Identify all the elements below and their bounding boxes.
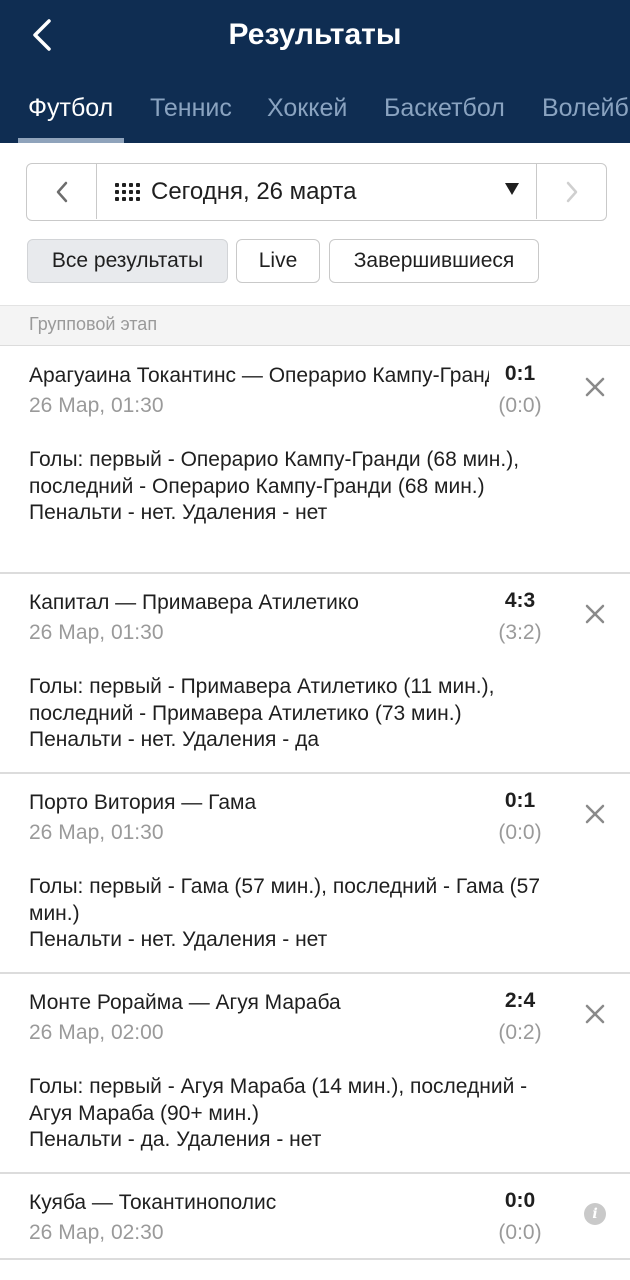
close-icon	[585, 604, 605, 624]
section-header: Групповой этап	[0, 305, 630, 346]
halftime-score: (0:0)	[498, 394, 542, 417]
halftime-score: (0:0)	[498, 821, 542, 844]
date-label: Сегодня, 26 марта	[151, 177, 357, 205]
match-card[interactable]: Арагуаина Токантинс — Операрио Кампу-Гра…	[0, 346, 630, 574]
match-datetime: 26 Мар, 01:30	[29, 821, 164, 844]
penalties-info: Пенальти - нет. Удаления - да	[29, 728, 320, 751]
match-teams: Порто Витория — Гама	[29, 791, 257, 814]
match-details: Голы: первый - Агуя Мараба (14 мин.), по…	[29, 1074, 549, 1154]
penalties-info: Пенальти - нет. Удаления - нет	[29, 928, 328, 951]
penalties-info: Пенальти - да. Удаления - нет	[29, 1128, 322, 1151]
match-details: Голы: первый - Примавера Атилетико (11 м…	[29, 674, 549, 754]
tab-hockey[interactable]: Хоккей	[267, 93, 347, 123]
halftime-score: (0:0)	[498, 1221, 542, 1244]
match-datetime: 26 Мар, 02:30	[29, 1221, 164, 1244]
section-title: Групповой этап	[29, 314, 158, 334]
match-datetime: 26 Мар, 01:30	[29, 394, 164, 417]
filter-all-results[interactable]: Все результаты	[27, 239, 228, 283]
next-day-button[interactable]	[536, 164, 606, 219]
halftime-score: (3:2)	[498, 621, 542, 644]
match-score: 0:1	[504, 789, 536, 812]
close-icon	[585, 804, 605, 824]
tab-volleyball[interactable]: Волейб	[542, 93, 629, 123]
caret-down-icon[interactable]	[505, 183, 519, 195]
match-teams: Монте Рорайма — Агуя Мараба	[29, 991, 341, 1014]
match-score: 0:0	[504, 1189, 536, 1212]
tab-basketball[interactable]: Баскетбол	[384, 93, 505, 123]
goals-info: Голы: первый - Гама (57 мин.), последний…	[29, 875, 541, 925]
filter-live[interactable]: Live	[236, 239, 320, 283]
match-card[interactable]: Капитал — Примавера Атилетико 4:3 26 Мар…	[0, 573, 630, 774]
info-icon[interactable]: i	[584, 1203, 606, 1225]
collapse-button[interactable]	[582, 801, 608, 827]
goals-info: Голы: первый - Операрио Кампу-Гранди (68…	[29, 448, 520, 498]
date-selector: Сегодня, 26 марта	[26, 163, 607, 221]
match-datetime: 26 Мар, 02:00	[29, 1021, 164, 1044]
match-teams: Капитал — Примавера Атилетико	[29, 591, 359, 614]
match-card[interactable]: Куяба — Токантинополис 0:0 26 Мар, 02:30…	[0, 1173, 630, 1260]
active-tab-indicator	[18, 138, 124, 143]
match-teams: Арагуаина Токантинс — Операрио Кампу-Гра…	[29, 364, 489, 387]
halftime-score: (0:2)	[498, 1021, 542, 1044]
match-card[interactable]: Порто Витория — Гама 0:1 26 Мар, 01:30 (…	[0, 773, 630, 974]
filter-finished[interactable]: Завершившиеся	[329, 239, 539, 283]
prev-day-button[interactable]	[27, 164, 97, 219]
goals-info: Голы: первый - Агуя Мараба (14 мин.), по…	[29, 1075, 528, 1125]
goals-info: Голы: первый - Примавера Атилетико (11 м…	[29, 675, 495, 725]
sport-tabs: Футбол Теннис Хоккей Баскетбол Волейб	[0, 85, 630, 143]
match-score: 0:1	[504, 362, 536, 385]
app-header: Результаты Футбол Теннис Хоккей Баскетбо…	[0, 0, 630, 143]
match-details: Голы: первый - Операрио Кампу-Гранди (68…	[29, 447, 549, 527]
match-score: 4:3	[504, 589, 536, 612]
collapse-button[interactable]	[582, 1001, 608, 1027]
chevron-left-icon	[56, 181, 67, 202]
match-details: Голы: первый - Гама (57 мин.), последний…	[29, 874, 549, 954]
tab-tennis[interactable]: Теннис	[150, 93, 232, 123]
match-score: 2:4	[504, 989, 536, 1012]
match-teams: Куяба — Токантинополис	[29, 1191, 277, 1214]
close-icon	[585, 377, 605, 397]
date-dropdown[interactable]: Сегодня, 26 марта	[115, 164, 356, 219]
close-icon	[585, 1004, 605, 1024]
tab-football[interactable]: Футбол	[28, 93, 113, 123]
dots-grid-icon	[115, 182, 140, 201]
collapse-button[interactable]	[582, 374, 608, 400]
collapse-button[interactable]	[582, 601, 608, 627]
match-datetime: 26 Мар, 01:30	[29, 621, 164, 644]
chevron-right-icon	[566, 181, 577, 202]
page-title: Результаты	[228, 18, 402, 51]
penalties-info: Пенальти - нет. Удаления - нет	[29, 501, 328, 524]
match-card[interactable]: Монте Рорайма — Агуя Мараба 2:4 26 Мар, …	[0, 973, 630, 1174]
